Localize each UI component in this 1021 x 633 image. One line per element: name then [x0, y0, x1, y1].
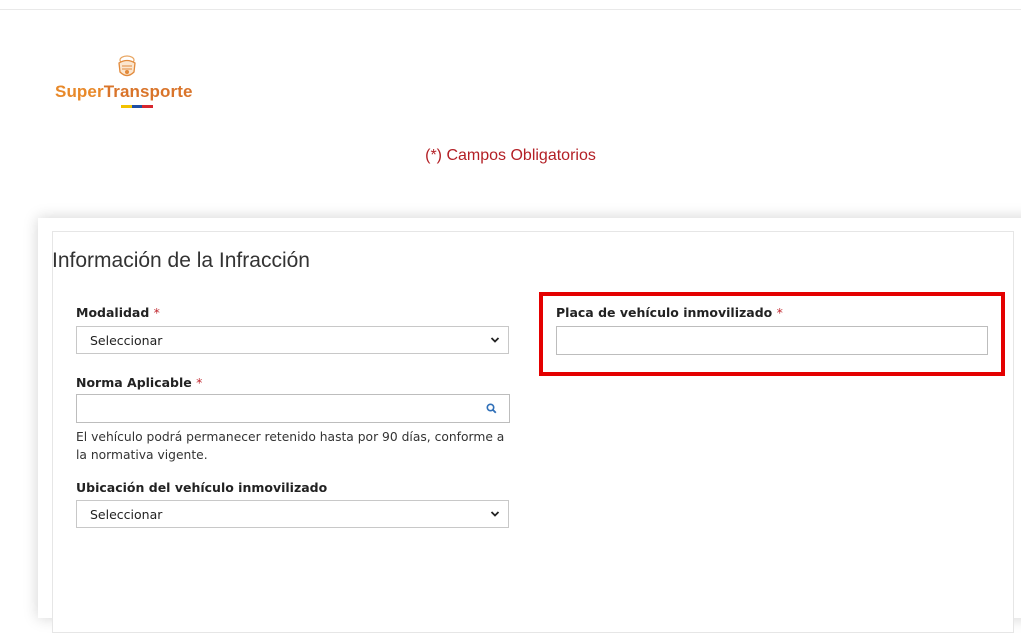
section-title: Información de la Infracción	[52, 249, 310, 272]
ubicacion-select[interactable]: Seleccionar	[76, 500, 509, 528]
chevron-down-icon	[490, 337, 500, 343]
search-icon	[486, 403, 497, 414]
highlight-annotation-box	[539, 292, 1005, 376]
chevron-down-icon	[490, 511, 500, 517]
required-fields-note: (*) Campos Obligatorios	[425, 147, 596, 164]
modalidad-selected-value: Seleccionar	[90, 332, 163, 348]
colombia-flag-stripe	[121, 105, 154, 108]
modalidad-label: Modalidad *	[76, 305, 160, 320]
supertransporte-logo[interactable]: SuperTransporte	[52, 54, 222, 120]
logo-wordmark: SuperTransporte	[55, 82, 193, 101]
ubicacion-selected-value: Seleccionar	[90, 506, 163, 522]
top-divider	[0, 9, 1021, 10]
norma-aplicable-label: Norma Aplicable *	[76, 375, 203, 390]
norma-search-button[interactable]	[474, 394, 510, 423]
norma-aplicable-input[interactable]	[76, 394, 475, 423]
required-asterisk: *	[153, 305, 160, 320]
modalidad-select[interactable]: Seleccionar	[76, 326, 509, 354]
coat-of-arms-icon	[118, 55, 136, 77]
required-asterisk: *	[196, 375, 203, 390]
ubicacion-label: Ubicación del vehículo inmovilizado	[76, 480, 328, 495]
norma-help-text: El vehículo podrá permanecer retenido ha…	[76, 430, 505, 462]
